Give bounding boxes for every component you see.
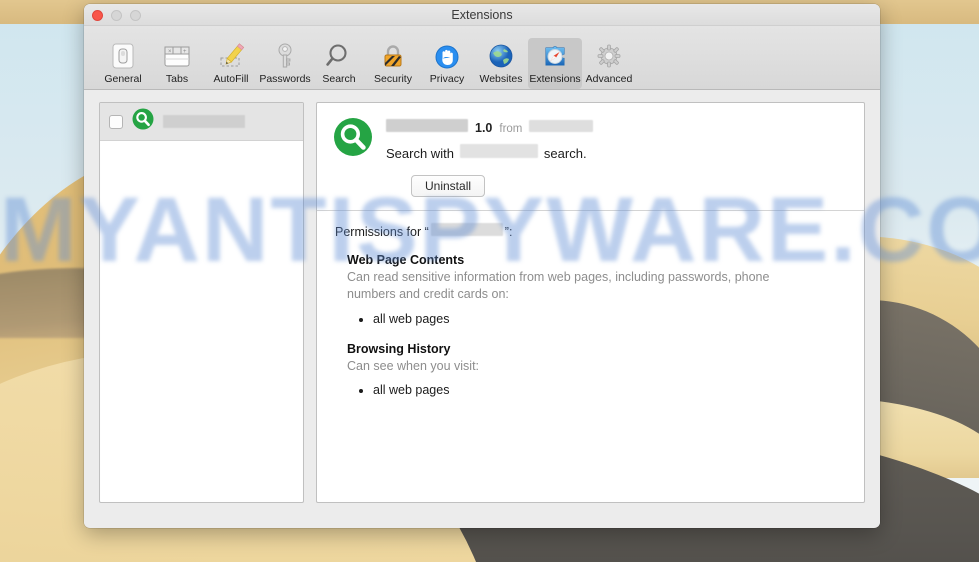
permission-scope-item: all web pages — [373, 310, 846, 328]
toolbar-item-tabs[interactable]: × + Tabs — [150, 38, 204, 89]
toolbar-item-general[interactable]: General — [96, 38, 150, 89]
gear-icon — [582, 40, 636, 72]
minimize-button[interactable] — [111, 10, 122, 21]
list-item[interactable] — [100, 103, 303, 141]
extension-description: Search with search. — [386, 144, 848, 161]
puzzle-compass-icon — [528, 40, 582, 72]
toolbar-item-websites[interactable]: Websites — [474, 38, 528, 89]
toolbar-label-security: Security — [374, 73, 412, 85]
extension-detail-text: 1.0 from Search with search. — [386, 117, 848, 162]
uninstall-button[interactable]: Uninstall — [411, 175, 486, 197]
toolbar-label-passwords: Passwords — [259, 73, 311, 85]
toolbar-label-extensions: Extensions — [529, 73, 581, 85]
extension-detail-pane: 1.0 from Search with search. Uninstall P… — [316, 102, 865, 503]
extension-enable-checkbox[interactable] — [109, 114, 123, 129]
toolbar-item-extensions[interactable]: Extensions — [528, 38, 582, 89]
permission-scope-list: all web pages — [373, 381, 846, 399]
zoom-button[interactable] — [130, 10, 141, 21]
toolbar-item-search[interactable]: Search — [312, 38, 366, 89]
toolbar-item-passwords[interactable]: Passwords — [258, 38, 312, 89]
safari-preferences-window: Extensions General × + Tabs AutoFill Pas… — [84, 4, 880, 528]
toolbar-label-websites: Websites — [479, 73, 523, 85]
extension-list[interactable] — [99, 102, 304, 503]
permission-scope-list: all web pages — [373, 310, 846, 328]
toolbar-label-general: General — [104, 73, 142, 85]
toolbar-item-autofill[interactable]: AutoFill — [204, 38, 258, 89]
svg-text:+: + — [183, 49, 187, 55]
extension-author-redacted — [529, 120, 594, 132]
permissions-name-redacted — [430, 223, 503, 236]
general-switch-icon — [96, 40, 150, 72]
permission-heading: Browsing History — [347, 341, 451, 356]
svg-text:×: × — [168, 49, 172, 55]
key-icon — [258, 40, 312, 72]
permissions-suffix: ”: — [504, 225, 513, 239]
padlock-icon — [366, 40, 420, 72]
permission-group-browsing-history: Browsing History Can see when you visit:… — [347, 342, 846, 399]
window-titlebar[interactable]: Extensions — [84, 4, 880, 26]
description-name-redacted — [459, 144, 538, 158]
green-magnifier-extension-icon-large — [333, 117, 373, 162]
permissions-section: Permissions for “ ”: Web Page Contents C… — [317, 211, 864, 399]
extension-name-redacted — [163, 115, 245, 128]
extension-title-line: 1.0 from — [386, 119, 848, 135]
toolbar-item-security[interactable]: Security — [366, 38, 420, 89]
magnifier-icon — [312, 40, 366, 72]
hand-icon — [420, 40, 474, 72]
permission-description: Can read sensitive information from web … — [347, 270, 770, 302]
toolbar-label-privacy: Privacy — [429, 73, 465, 85]
green-magnifier-extension-icon — [132, 108, 154, 135]
toolbar-label-search: Search — [322, 73, 356, 85]
window-title: Extensions — [451, 8, 513, 22]
toolbar-item-privacy[interactable]: Privacy — [420, 38, 474, 89]
uninstall-row: Uninstall — [317, 162, 864, 197]
extension-version: 1.0 — [475, 121, 493, 135]
extension-detail-header: 1.0 from Search with search. — [317, 103, 864, 162]
permissions-title: Permissions for “ ”: — [335, 223, 846, 239]
toolbar-item-advanced[interactable]: Advanced — [582, 38, 636, 89]
desktop: MYANTISPYWARE.COM Extensions General × +… — [0, 0, 979, 562]
toolbar-label-advanced: Advanced — [585, 73, 633, 85]
description-prefix: Search with — [386, 146, 454, 161]
preferences-toolbar: General × + Tabs AutoFill Passwords Sear… — [84, 26, 880, 90]
permission-group-web-page-contents: Web Page Contents Can read sensitive inf… — [347, 253, 846, 328]
from-label: from — [499, 123, 523, 135]
permissions-prefix: Permissions for “ — [335, 225, 429, 239]
window-controls — [92, 10, 141, 21]
toolbar-label-autofill: AutoFill — [213, 73, 249, 85]
tabs-icon: × + — [150, 40, 204, 72]
extension-name-redacted — [386, 119, 468, 132]
description-suffix: search. — [543, 146, 587, 161]
autofill-pencil-icon — [204, 40, 258, 72]
preferences-content: 1.0 from Search with search. Uninstall P… — [84, 90, 880, 527]
globe-icon — [474, 40, 528, 72]
toolbar-label-tabs: Tabs — [165, 73, 189, 85]
permission-heading: Web Page Contents — [347, 253, 465, 267]
permission-description: Can see when you visit: — [347, 358, 480, 373]
permission-scope-item: all web pages — [373, 381, 846, 399]
close-button[interactable] — [92, 10, 103, 21]
